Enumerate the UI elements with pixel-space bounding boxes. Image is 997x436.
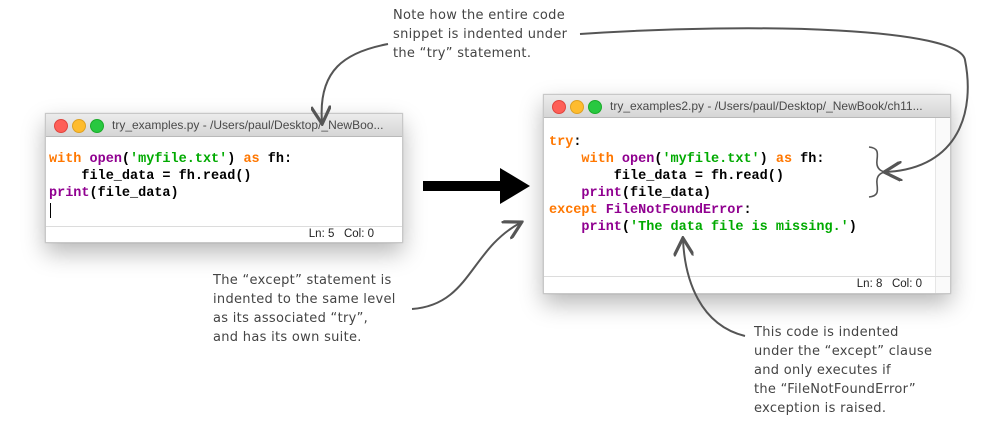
top-note-right-arrow — [579, 27, 969, 172]
indent-brace — [868, 146, 886, 198]
right-arrow-icon — [423, 168, 530, 204]
left-note-arrow — [411, 223, 520, 310]
annotation-arrows — [0, 27, 969, 337]
right-note-arrow — [683, 240, 746, 337]
top-note-left-arrow — [322, 43, 389, 122]
